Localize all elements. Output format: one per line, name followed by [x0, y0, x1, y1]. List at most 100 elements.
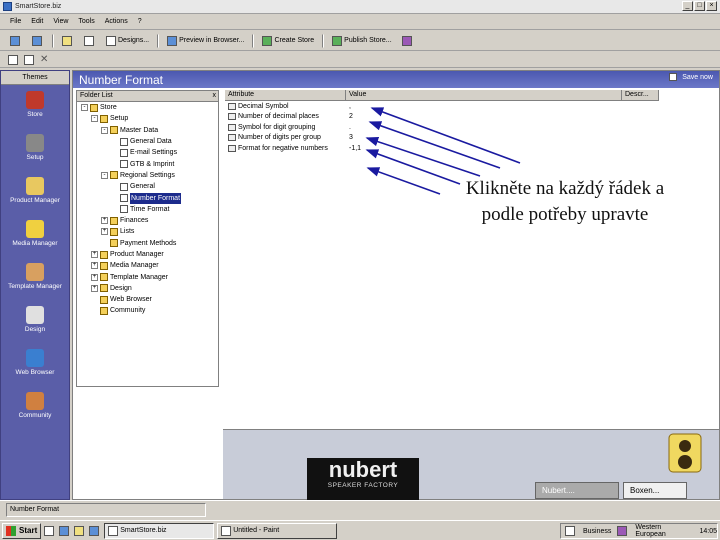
expand-icon[interactable]: + [91, 262, 98, 270]
toolbar-separator [252, 33, 255, 48]
back-button[interactable] [6, 33, 26, 49]
speaker-logo-icon [668, 433, 702, 473]
expand-icon[interactable]: + [91, 273, 98, 281]
smartstore-task-icon [108, 525, 119, 536]
book-button[interactable] [398, 33, 418, 49]
value-cell[interactable]: , [346, 103, 351, 110]
properties-icon[interactable] [24, 54, 34, 65]
main-content: Number Format Save now Folder List x - St… [72, 70, 720, 500]
value-cell[interactable]: 2 [346, 113, 353, 120]
sidebar-item-product-manager[interactable]: Product Manager [1, 177, 69, 214]
folder-button[interactable] [58, 33, 78, 49]
designs-icon [106, 35, 116, 46]
value-cell[interactable]: -1,1 [346, 145, 361, 152]
expand-icon[interactable]: + [91, 251, 98, 258]
keyboard-icon[interactable] [565, 526, 575, 536]
tree-item[interactable]: + Template Manager [77, 271, 218, 282]
save-now-button[interactable]: Save now [669, 73, 713, 81]
sidebar-item-label: Template Manager [8, 283, 62, 290]
collapse-icon[interactable]: - [101, 126, 108, 134]
sidebar-item-community[interactable]: Community [1, 392, 69, 429]
tree-item[interactable]: Web Browser [77, 294, 218, 305]
column-attribute[interactable]: Attribute [225, 90, 346, 100]
tree-item[interactable]: + Finances [77, 215, 218, 226]
tree-item[interactable]: - Store [77, 102, 218, 113]
menu-actions[interactable]: Actions [105, 18, 128, 25]
table-row[interactable]: Symbol for digit grouping. [225, 122, 659, 133]
menu-view[interactable]: View [53, 18, 68, 25]
tree-item[interactable]: Payment Methods [77, 238, 218, 249]
table-row[interactable]: Number of decimal places 2 [225, 112, 659, 123]
tree-item[interactable]: + Media Manager [77, 260, 218, 271]
delete-icon[interactable]: ✕ [40, 54, 48, 65]
collapse-icon[interactable]: - [81, 104, 88, 112]
preview-button[interactable]: Preview in Browser... [163, 33, 248, 49]
new-icon[interactable] [8, 54, 18, 65]
tree-item[interactable]: + Product Manager [77, 249, 218, 260]
tree-item[interactable]: General [77, 181, 218, 192]
tree-item[interactable]: GTB & Imprint [77, 158, 218, 169]
value-cell[interactable]: . [346, 124, 351, 131]
quicklaunch-ie-icon[interactable] [89, 525, 100, 536]
tree-item[interactable]: - Regional Settings [77, 170, 218, 181]
tree-item[interactable]: Number Format [77, 192, 218, 204]
task-smartstore[interactable]: SmartStore.biz [104, 522, 215, 539]
menu-tools[interactable]: Tools [78, 18, 94, 25]
sidebar-item-template-manager[interactable]: Template Manager [1, 263, 69, 300]
menu-file[interactable]: File [10, 18, 21, 25]
expand-icon[interactable]: + [101, 228, 108, 236]
attribute-label: Format for negative numbers [238, 144, 328, 152]
sidebar-item-media-manager[interactable]: Media Manager [1, 220, 69, 257]
table-row[interactable]: Decimal Symbol, [225, 101, 659, 112]
expand-icon[interactable]: + [101, 217, 108, 225]
ad-tab-nubert[interactable]: Nubert.... [535, 482, 619, 499]
menu-edit[interactable]: Edit [31, 18, 43, 25]
quicklaunch-explorer-icon[interactable] [59, 525, 70, 536]
close-button[interactable]: × [706, 1, 717, 11]
tree-item[interactable]: - Setup [77, 113, 218, 124]
tray-western-european[interactable]: Western European [635, 524, 693, 538]
tree-item[interactable]: - Master Data [77, 125, 218, 136]
view-button[interactable] [80, 33, 100, 49]
tree-item[interactable]: E-mail Settings [77, 147, 218, 158]
table-row[interactable]: Format for negative numbers -1,1 [225, 143, 659, 154]
collapse-icon[interactable]: - [101, 171, 108, 179]
quicklaunch-outlook-icon[interactable] [74, 525, 85, 536]
column-description[interactable]: Descr... [622, 90, 659, 100]
menu-help[interactable]: ? [138, 18, 142, 25]
minimize-button[interactable]: _ [682, 1, 693, 11]
value-cell[interactable]: 3 [346, 134, 353, 141]
sidebar-item-design[interactable]: Design [1, 306, 69, 343]
ad-tab-boxen[interactable]: Boxen... [623, 482, 687, 499]
tree-item[interactable]: Time Format [77, 204, 218, 215]
attribute-cell: Symbol for digit grouping [225, 123, 346, 131]
quicklaunch-desktop-icon[interactable] [44, 525, 55, 536]
task-paint[interactable]: Untitled - Paint [217, 522, 338, 539]
sidebar-item-setup[interactable]: Setup [1, 134, 69, 171]
language-icon[interactable] [617, 526, 628, 536]
sidebar-item-store[interactable]: Store [1, 91, 69, 128]
expand-icon[interactable]: + [91, 284, 98, 292]
tree-item[interactable]: General Data [77, 136, 218, 147]
forward-button[interactable] [28, 33, 48, 49]
close-folder-list-button[interactable]: x [213, 91, 217, 101]
tree-item[interactable]: + Lists [77, 226, 218, 237]
column-value[interactable]: Value [346, 90, 622, 100]
tray-business[interactable]: Business [583, 528, 611, 535]
tree-item[interactable]: + Design [77, 283, 218, 294]
designs-button[interactable]: Designs... [102, 33, 153, 49]
maximize-button[interactable]: □ [694, 1, 705, 11]
attribute-icon [228, 113, 236, 121]
sidebar-item-web-browser[interactable]: Web Browser [1, 349, 69, 386]
start-button[interactable]: Start [2, 522, 42, 539]
collapse-icon[interactable]: - [91, 115, 98, 123]
tree-item[interactable]: Community [77, 305, 218, 316]
publish-store-button[interactable]: Publish Store... [328, 33, 395, 49]
attribute-cell: Number of digits per group [225, 134, 346, 142]
nubert-banner[interactable]: nubert SPEAKER FACTORY [307, 458, 419, 500]
folder-icon [100, 284, 108, 293]
create-store-button[interactable]: Create Store [258, 33, 318, 49]
sidebar-header[interactable]: Themes [1, 71, 69, 85]
create-store-label: Create Store [274, 37, 315, 44]
table-row[interactable]: Number of digits per group 3 [225, 133, 659, 144]
